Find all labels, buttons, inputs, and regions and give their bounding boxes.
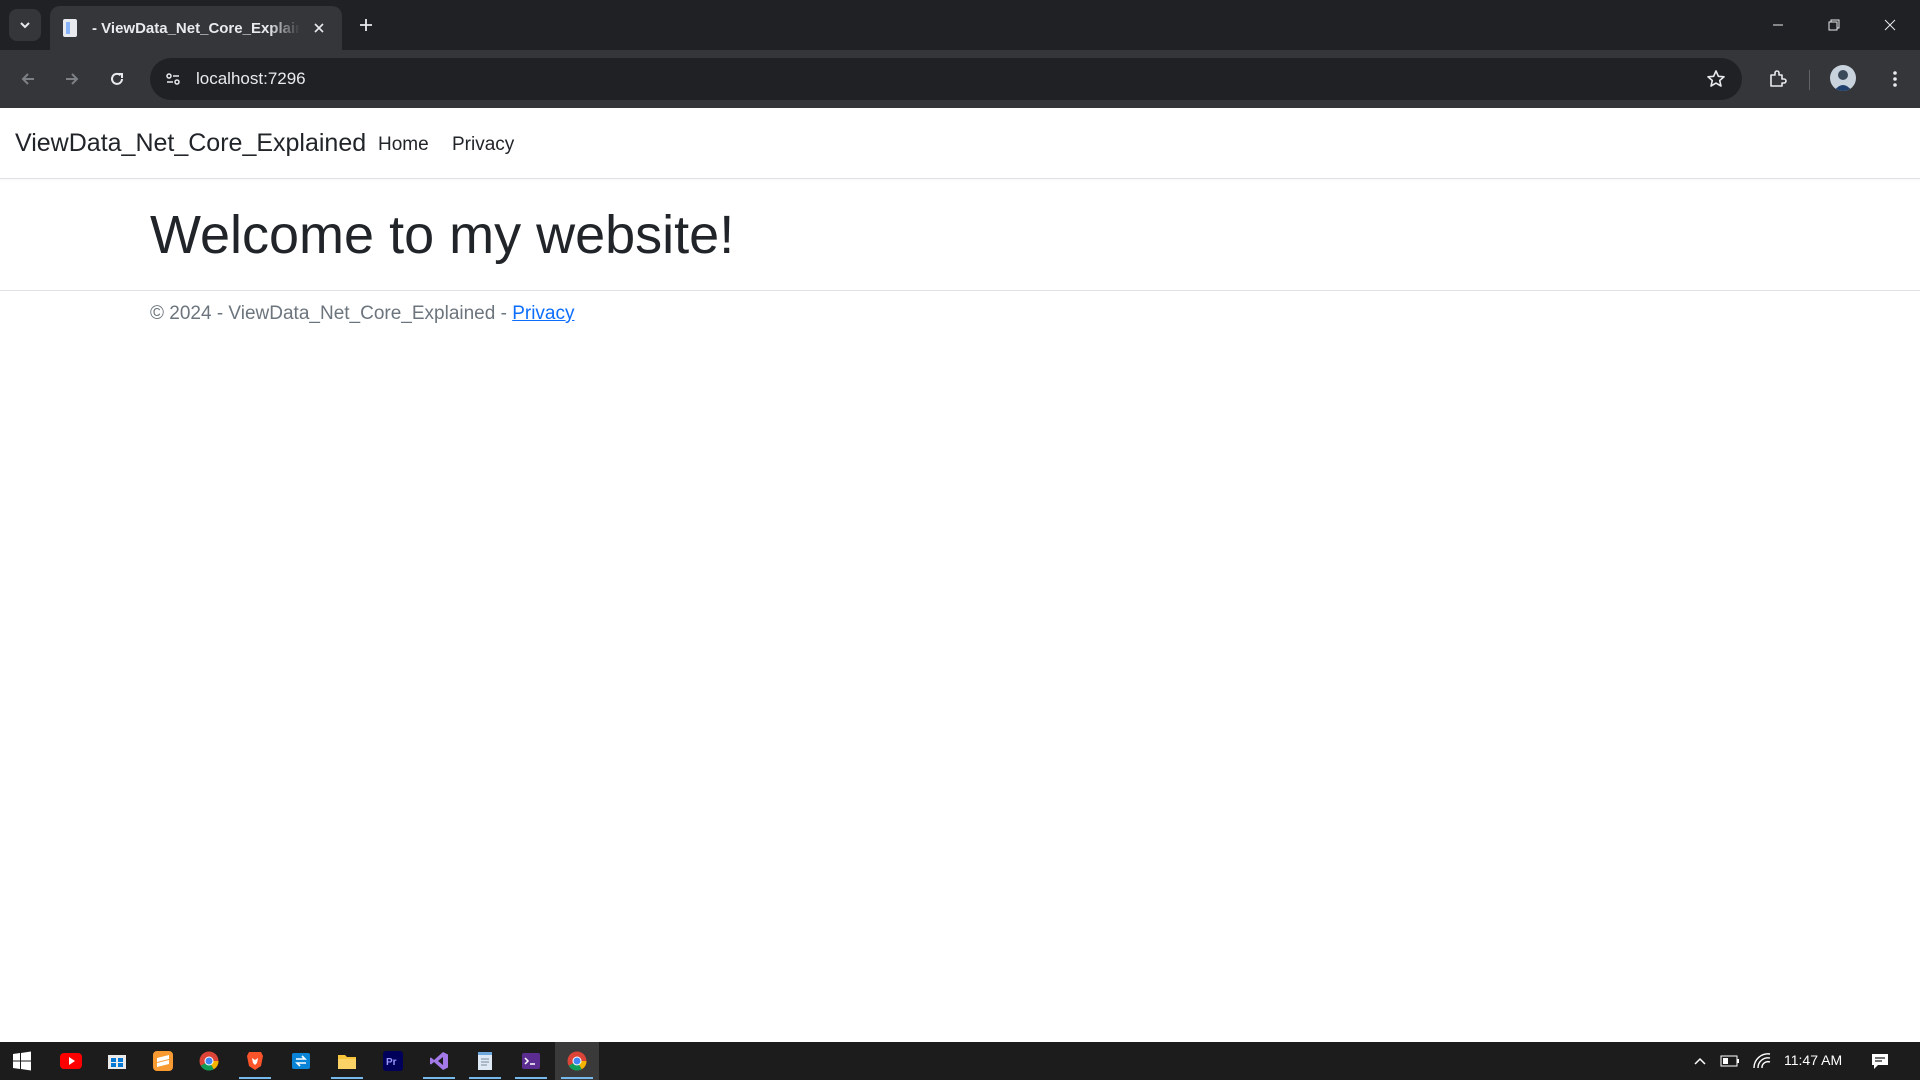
profile-avatar[interactable] — [1830, 65, 1856, 91]
youtube-icon — [60, 1053, 82, 1069]
file-explorer-icon — [338, 1055, 356, 1069]
taskbar-youtube[interactable] — [49, 1042, 93, 1080]
brave-icon — [247, 1052, 263, 1070]
tune-icon — [166, 73, 180, 85]
tray-overflow-button[interactable] — [1690, 1051, 1710, 1071]
notification-icon — [1872, 1054, 1888, 1069]
close-icon — [1884, 19, 1896, 31]
taskbar-visual-studio[interactable] — [417, 1042, 461, 1080]
taskbar-notepad[interactable] — [463, 1042, 507, 1080]
taskbar-clock[interactable]: 11:47 AM — [1784, 1052, 1842, 1068]
forward-button[interactable] — [56, 63, 88, 95]
network-status[interactable] — [1752, 1051, 1772, 1071]
premiere-icon: Pr — [383, 1051, 403, 1071]
taskbar-brave[interactable] — [233, 1042, 277, 1080]
taskbar-sublime[interactable] — [141, 1042, 185, 1080]
remote-icon — [292, 1053, 310, 1069]
more-vertical-icon — [1893, 71, 1897, 87]
chevron-down-icon — [20, 22, 30, 29]
browser-menu-button[interactable] — [1880, 64, 1910, 94]
arrow-left-icon — [21, 73, 34, 85]
document-favicon-icon — [63, 19, 77, 37]
taskbar-remote[interactable] — [279, 1042, 323, 1080]
taskbar-chrome[interactable] — [187, 1042, 231, 1080]
toolbar-separator — [1809, 70, 1810, 90]
plus-icon — [360, 19, 372, 31]
tab-search-button[interactable] — [9, 9, 41, 41]
extensions-button[interactable] — [1762, 64, 1792, 94]
reload-button[interactable] — [101, 63, 133, 95]
visual-studio-icon — [430, 1052, 448, 1070]
start-button[interactable] — [0, 1042, 44, 1080]
site-navbar: ViewData_Net_Core_Explained Home Privacy — [0, 108, 1920, 179]
restore-button[interactable] — [1806, 0, 1862, 50]
minimize-icon — [1773, 24, 1783, 26]
footer-privacy-link[interactable]: Privacy — [512, 303, 574, 324]
browser-tabstrip: - ViewData_Net_Core_Explained — [0, 0, 1920, 50]
battery-status[interactable] — [1720, 1051, 1740, 1071]
battery-icon — [1720, 1055, 1739, 1067]
site-info-button[interactable] — [158, 64, 188, 94]
running-indicator — [423, 1077, 455, 1079]
new-tab-button[interactable] — [352, 11, 380, 39]
sublime-icon — [153, 1051, 173, 1071]
web-page: ViewData_Net_Core_Explained Home Privacy… — [0, 108, 1920, 1042]
back-button[interactable] — [12, 63, 44, 95]
nav-link-home[interactable]: Home — [378, 134, 429, 156]
person-icon — [1834, 70, 1852, 91]
taskbar-file-explorer[interactable] — [325, 1042, 369, 1080]
notepad-icon — [478, 1052, 492, 1070]
chevron-up-icon — [1694, 1057, 1706, 1065]
footer-copyright: © 2024 - ViewData_Net_Core_Explained - — [150, 303, 513, 324]
nav-link-privacy[interactable]: Privacy — [452, 134, 514, 156]
running-indicator — [469, 1077, 501, 1079]
windows-taskbar: Pr 11:47 AM — [0, 1042, 1920, 1080]
running-indicator — [331, 1077, 363, 1079]
taskbar-premiere[interactable]: Pr — [371, 1042, 415, 1080]
running-indicator — [515, 1077, 547, 1079]
browser-tab[interactable]: - ViewData_Net_Core_Explained — [50, 6, 342, 50]
footer-text: © 2024 - ViewData_Net_Core_Explained - P… — [150, 303, 574, 325]
site-footer: © 2024 - ViewData_Net_Core_Explained - P… — [0, 290, 1920, 350]
windows-logo-icon — [13, 1051, 31, 1071]
chrome-active-icon — [567, 1051, 587, 1071]
site-brand-link[interactable]: ViewData_Net_Core_Explained — [15, 129, 366, 158]
puzzle-icon — [1770, 70, 1787, 87]
store-icon — [108, 1055, 126, 1069]
svg-text:Pr: Pr — [386, 1057, 397, 1068]
page-heading: Welcome to my website! — [150, 205, 735, 265]
taskbar-store[interactable] — [95, 1042, 139, 1080]
arrow-right-icon — [66, 73, 79, 85]
tab-title: - ViewData_Net_Core_Explained — [92, 19, 300, 37]
taskbar-terminal[interactable] — [509, 1042, 553, 1080]
restore-icon — [1828, 19, 1840, 31]
close-window-button[interactable] — [1862, 0, 1918, 50]
wifi-icon — [1753, 1053, 1771, 1069]
taskbar-chrome-active[interactable] — [555, 1042, 599, 1080]
url-text[interactable]: localhost:7296 — [196, 69, 306, 89]
notification-center-button[interactable] — [1870, 1051, 1890, 1071]
terminal-icon — [522, 1053, 540, 1069]
address-bar[interactable]: localhost:7296 — [150, 58, 1742, 100]
running-indicator — [239, 1077, 271, 1079]
chrome-icon — [199, 1051, 219, 1071]
tab-close-icon[interactable] — [308, 17, 330, 39]
star-icon — [1707, 70, 1725, 87]
minimize-button[interactable] — [1750, 0, 1806, 50]
bookmark-star-button[interactable] — [1704, 67, 1728, 91]
running-indicator — [561, 1077, 593, 1079]
browser-toolbar: localhost:7296 — [0, 50, 1920, 108]
reload-icon — [111, 72, 123, 85]
